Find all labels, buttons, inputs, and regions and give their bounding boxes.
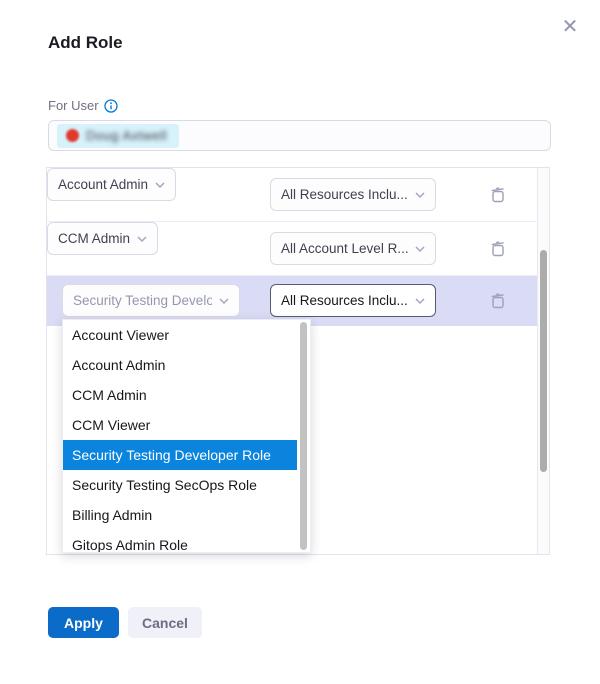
delete-role-button-3[interactable] [487,291,509,313]
trash-icon [489,246,507,261]
role-option[interactable]: CCM Admin [63,380,297,410]
role-option[interactable]: Billing Admin [63,500,297,530]
chevron-down-icon [154,176,166,194]
role-row-2: CCM Admin All Account Level R... [47,222,537,276]
for-user-label-text: For User [48,98,99,113]
role-option[interactable]: CCM Viewer [63,410,297,440]
for-user-label: For User [48,98,118,113]
apply-button[interactable]: Apply [48,607,119,638]
role-option[interactable]: Gitops Admin Role [63,530,297,553]
info-icon[interactable] [104,99,118,113]
roles-scrollbar-track [537,168,549,554]
user-name: Doug Axtwell [86,128,167,143]
role-option-selected[interactable]: Security Testing Developer Role [63,440,297,470]
resource-group-select-1[interactable]: All Resources Inclu... [270,178,436,211]
role-row-1: Account Admin All Resources Inclu... [47,168,537,222]
resource-group-select-2-value: All Account Level R... [281,241,408,256]
role-option[interactable]: Security Testing SecOps Role [63,470,297,500]
dropdown-scrollbar-thumb[interactable] [300,322,307,550]
avatar [66,129,79,142]
chevron-down-icon [414,292,426,310]
role-option[interactable]: Account Viewer [63,320,297,350]
resource-group-select-3[interactable]: All Resources Inclu... [270,284,436,317]
role-select-1-value: Account Admin [58,177,148,192]
delete-role-button-1[interactable] [487,185,509,207]
close-icon[interactable]: ✕ [557,14,583,40]
trash-icon [489,192,507,207]
role-select-2[interactable]: CCM Admin [47,222,158,255]
resource-group-select-1-value: All Resources Inclu... [281,187,408,202]
roles-scrollbar-thumb[interactable] [540,250,547,472]
role-select-1[interactable]: Account Admin [47,168,176,201]
chevron-down-icon [414,240,426,258]
user-chip: Doug Axtwell [57,124,179,148]
user-field[interactable]: Doug Axtwell [48,120,551,151]
role-select-3[interactable]: Security Testing Developer Role [62,284,240,317]
role-option[interactable]: Account Admin [63,350,297,380]
delete-role-button-2[interactable] [487,239,509,261]
add-role-modal: ✕ Add Role For User Doug Axtwell Account… [0,0,600,684]
chevron-down-icon [414,186,426,204]
chevron-down-icon [136,230,148,248]
cancel-button[interactable]: Cancel [128,607,202,638]
role-select-3-value: Security Testing Developer Role [73,293,212,308]
page-title: Add Role [48,33,123,53]
chevron-down-icon [218,292,230,310]
role-select-2-value: CCM Admin [58,231,130,246]
resource-group-select-3-value: All Resources Inclu... [281,293,408,308]
resource-group-select-2[interactable]: All Account Level R... [270,232,436,265]
role-options-dropdown: Account Viewer Account Admin CCM Admin C… [62,319,311,553]
trash-icon [489,298,507,313]
